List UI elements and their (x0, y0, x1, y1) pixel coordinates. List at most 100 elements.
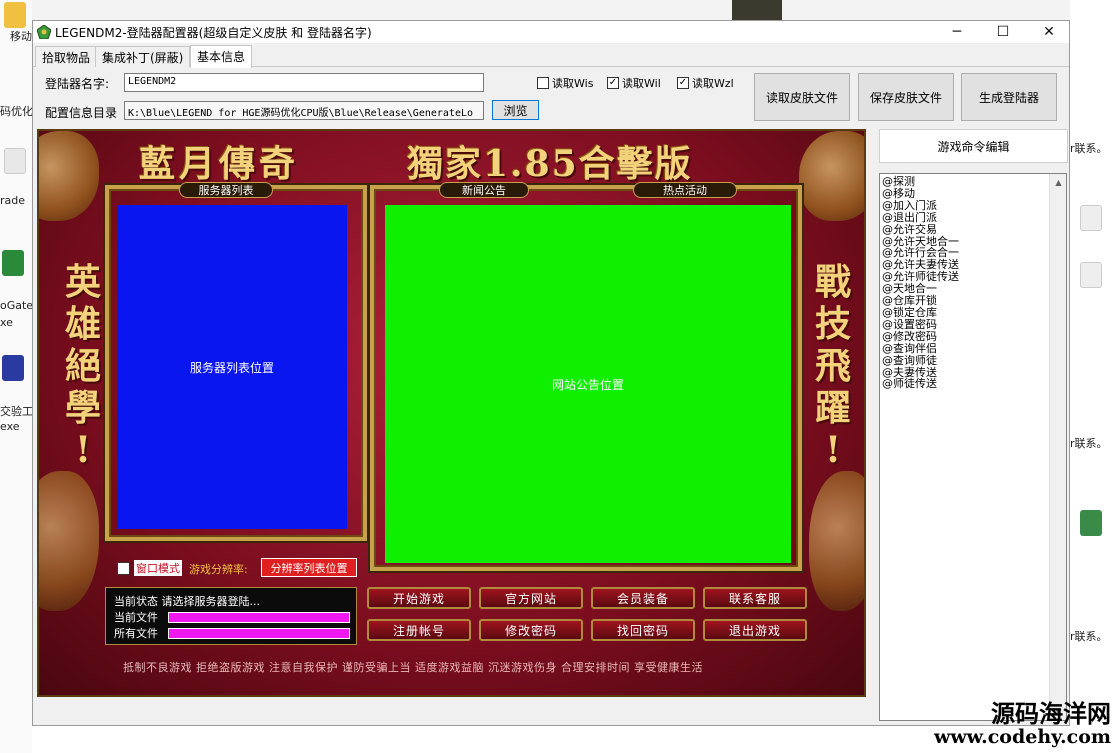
desktop-label: oGate (0, 299, 34, 312)
vert-char: 技 (814, 303, 851, 345)
status-label: 当前状态 请选择服务器登陆... (114, 595, 260, 608)
site-watermark: 源码海洋网 www.codehy.com (934, 702, 1111, 747)
minimize-button[interactable]: ─ (934, 21, 980, 43)
vert-char: 躍 (814, 387, 851, 429)
checkbox-label: 读取Wis (552, 77, 594, 90)
read-wis-checkbox[interactable]: 读取Wis (537, 75, 593, 91)
file-icon (1080, 205, 1102, 231)
app-icon (2, 355, 24, 381)
dragon-ornament (799, 131, 864, 221)
recover-password-button[interactable]: 找回密码 (591, 619, 695, 641)
desktop-label: xe (0, 316, 13, 329)
command-item[interactable]: @修改密码 (882, 330, 959, 343)
launcher-name-label: 登陆器名字: (45, 77, 110, 91)
notice-area[interactable]: 网站公告位置 (385, 205, 791, 563)
read-skin-button[interactable]: 读取皮肤文件 (754, 73, 850, 121)
desktop-label: r联系。 (1070, 142, 1108, 155)
window-mode-checkbox[interactable]: 窗口模式 (117, 560, 182, 576)
skin-preview: 藍月傳奇 獨家1.85合擊版 英 雄 絕 學 ! 戰 技 飛 躍 ! 服务器列表… (37, 129, 866, 697)
server-list-area[interactable]: 服务器列表位置 (117, 205, 347, 529)
desktop-left-panel: 移动 码优化 rade oGate xe 交验工 exe (0, 0, 34, 753)
desktop-label: 码优化 (0, 105, 33, 118)
desktop-right-panel: r联系。 r联系。 r联系。 (1070, 0, 1119, 753)
change-password-button[interactable]: 修改密码 (479, 619, 583, 641)
checkbox-box (537, 77, 549, 89)
desktop-bottom (32, 726, 1070, 753)
exit-game-button[interactable]: 退出游戏 (703, 619, 807, 641)
window-title: LEGENDM2-登陆器配置器(超级自定义皮肤 和 登陆器名字) (55, 26, 372, 40)
vert-char: 戰 (814, 261, 851, 303)
command-item[interactable]: @允许交易 (882, 223, 959, 236)
command-item[interactable]: @设置密码 (882, 318, 959, 331)
desktop-label: r联系。 (1070, 630, 1108, 643)
official-site-button[interactable]: 官方网站 (479, 587, 583, 609)
save-skin-button[interactable]: 保存皮肤文件 (858, 73, 954, 121)
close-button[interactable]: ✕ (1026, 21, 1072, 43)
health-notice: 抵制不良游戏 拒绝盗版游戏 注意自我保护 谨防受骗上当 适度游戏益脑 沉迷游戏伤… (123, 661, 703, 674)
vert-char: 飛 (814, 345, 851, 387)
checkbox-label: 读取Wzl (692, 77, 734, 90)
tab-patches[interactable]: 集成补丁(屏蔽) (95, 46, 191, 67)
command-editor-title: 游戏命令编辑 (879, 129, 1068, 163)
app-icon (37, 25, 51, 39)
command-item[interactable]: @查询伴侣 (882, 342, 959, 355)
contact-support-button[interactable]: 联系客服 (703, 587, 807, 609)
vert-char: ! (75, 429, 91, 471)
folder-icon (4, 2, 26, 28)
vert-char: ! (825, 429, 841, 471)
command-item[interactable]: @退出门派 (882, 211, 959, 224)
vertical-text-right: 戰 技 飛 躍 ! (811, 261, 855, 471)
desktop-label: 移动 (10, 30, 32, 43)
command-item[interactable]: @师徒传送 (882, 378, 959, 390)
desktop-label: rade (0, 194, 26, 207)
all-files-label: 所有文件 (114, 627, 158, 640)
vertical-text-left: 英 雄 絕 學 ! (61, 261, 105, 471)
command-item[interactable]: @加入门派 (882, 199, 959, 212)
desktop-label: exe (0, 420, 20, 433)
read-wil-checkbox[interactable]: ✓ 读取Wil (607, 75, 661, 91)
all-files-progress (168, 628, 350, 639)
scroll-up-icon[interactable]: ▲ (1050, 174, 1066, 191)
tab-pickup-items[interactable]: 拾取物品 (35, 46, 98, 67)
checkmark-icon: ✓ (677, 77, 689, 89)
skin-title-left: 藍月傳奇 (139, 143, 300, 185)
config-dir-label: 配置信息目录 (45, 106, 118, 120)
checkmark-icon: ✓ (607, 77, 619, 89)
tab-basic-info[interactable]: 基本信息 (190, 45, 253, 68)
news-plaque: 新闻公告 (439, 182, 529, 198)
checkbox-box (117, 561, 130, 575)
configurator-window: LEGENDM2-登陆器配置器(超级自定义皮肤 和 登陆器名字) ─ ☐ ✕ 拾… (32, 20, 1070, 726)
vert-char: 學 (64, 387, 101, 429)
vert-char: 雄 (64, 303, 101, 345)
start-game-button[interactable]: 开始游戏 (367, 587, 471, 609)
generate-launcher-button[interactable]: 生成登陆器 (961, 73, 1057, 121)
watermark-text: 源码海洋网 (991, 699, 1111, 728)
browse-button[interactable]: 浏览 (492, 100, 539, 120)
read-wzl-checkbox[interactable]: ✓ 读取Wzl (677, 75, 734, 91)
app-icon (1080, 510, 1102, 536)
resolution-select[interactable]: 分辨率列表位置 (261, 558, 357, 577)
config-dir-input[interactable]: K:\Blue\LEGEND for HGE源码优化CPU版\Blue\Rele… (124, 101, 484, 120)
command-scrollbar[interactable]: ▲ ▼ (1049, 174, 1066, 720)
maximize-button[interactable]: ☐ (980, 21, 1026, 43)
desktop-toolbar-strip (0, 0, 1119, 20)
current-file-label: 当前文件 (114, 611, 158, 624)
command-items[interactable]: @探测 @移动 @加入门派 @退出门派 @允许交易 @允许天地合一 @允许行会合一 @允许夫妻… (882, 176, 959, 390)
skin-title-right: 獨家1.85合擊版 (407, 143, 693, 185)
launcher-name-input[interactable]: LEGENDM2 (124, 73, 484, 92)
register-account-button[interactable]: 注册帐号 (367, 619, 471, 641)
app-icon (2, 250, 24, 276)
vert-char: 絕 (64, 345, 101, 387)
file-icon (1080, 262, 1102, 288)
file-icon (4, 148, 26, 174)
dragon-ornament (809, 471, 864, 611)
resolution-label: 游戏分辨率: (189, 563, 248, 576)
desktop-label: r联系。 (1070, 437, 1108, 450)
title-bar[interactable]: LEGENDM2-登陆器配置器(超级自定义皮肤 和 登陆器名字) ─ ☐ ✕ (33, 21, 1069, 43)
command-list[interactable]: @探测 @移动 @加入门派 @退出门派 @允许交易 @允许天地合一 @允许行会合一 @允许夫妻… (879, 173, 1067, 721)
status-panel: 当前状态 请选择服务器登陆... 当前文件 所有文件 (105, 587, 357, 645)
desktop-image-strip (732, 0, 782, 20)
hot-events-plaque: 热点活动 (633, 182, 737, 198)
command-item[interactable]: @查询师徒 (882, 354, 959, 367)
member-gear-button[interactable]: 会员装备 (591, 587, 695, 609)
